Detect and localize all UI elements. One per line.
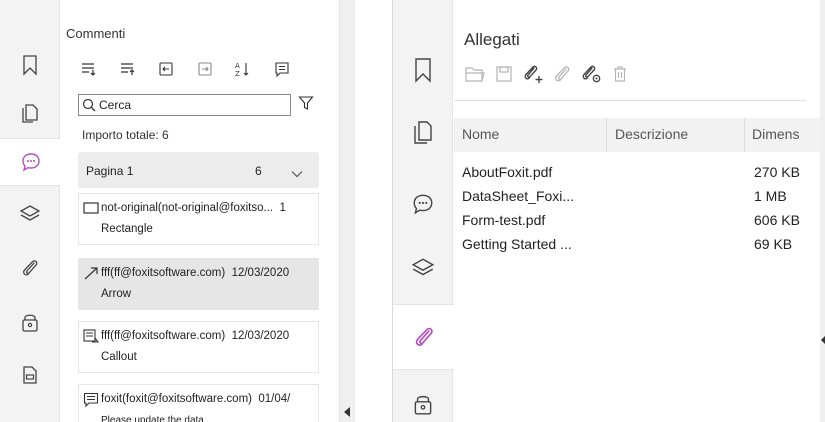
filter-icon[interactable] [298, 95, 314, 116]
attachments-icon[interactable] [0, 244, 60, 292]
file-name: DataSheet_Foxi... [462, 188, 575, 204]
comment-author: foxit(foxit@foxitsoftware.com) 01/04/ [101, 393, 291, 405]
attachments-content: Allegati Nome Descrizione Dimens AboutFo… [454, 0, 820, 422]
page-count: 6 [255, 164, 262, 178]
file-size: 606 KB [754, 212, 800, 228]
export-icon[interactable] [196, 60, 214, 78]
file-name: Form-test.pdf [462, 212, 546, 228]
comments-icon[interactable] [0, 138, 61, 186]
note-icon [83, 392, 99, 413]
attachments-panel: Allegati Nome Descrizione Dimens AboutFo… [392, 0, 825, 422]
comment-author: not-original(not-original@foxitso... 1 [101, 202, 286, 214]
scrollbar[interactable] [339, 0, 355, 422]
page-group-header[interactable]: Pagina 1 6 [78, 152, 319, 188]
table-row[interactable]: AboutFoxit.pdf 270 KB [454, 162, 820, 184]
column-divider[interactable] [744, 118, 745, 152]
rectangle-icon [83, 201, 99, 220]
right-sidebar [393, 0, 454, 422]
svg-text:A: A [235, 62, 240, 70]
column-header-description[interactable]: Descrizione [615, 126, 688, 142]
table-row[interactable]: DataSheet_Foxi... 1 MB [454, 186, 820, 208]
total-count: Importo totale: 6 [82, 128, 169, 142]
comments-content: Commenti AZ Cerca Importo totale: 6 Pagi… [60, 0, 339, 422]
panel-title: Allegati [464, 30, 520, 49]
comment-date: 1 [279, 202, 286, 214]
comment-date: 01/04/ [258, 393, 291, 405]
bookmark-icon[interactable] [0, 41, 60, 89]
column-divider[interactable] [606, 118, 607, 152]
gap [355, 0, 392, 422]
save-icon[interactable] [493, 63, 515, 85]
column-header-name[interactable]: Nome [462, 126, 499, 142]
search-input[interactable]: Cerca [78, 94, 291, 116]
security-icon[interactable] [0, 298, 60, 346]
comment-type: Arrow [101, 288, 132, 300]
comment-date: 12/03/2020 [231, 267, 290, 279]
attachments-icon[interactable] [393, 304, 454, 370]
sort-icon[interactable]: AZ [234, 60, 252, 78]
layers-icon[interactable] [393, 240, 453, 296]
pages-icon[interactable] [0, 89, 60, 137]
column-header-size[interactable]: Dimens [752, 126, 799, 142]
file-size: 1 MB [754, 188, 787, 204]
delete-icon[interactable] [609, 63, 631, 85]
panel-title: Commenti [66, 26, 126, 41]
comment-date: 12/03/2020 [231, 330, 290, 342]
chevron-down-icon[interactable] [291, 165, 303, 183]
comments-icon[interactable] [393, 176, 453, 232]
pages-icon[interactable] [393, 104, 453, 160]
import-icon[interactable] [157, 60, 175, 78]
comment-item[interactable]: fff(ff@foxitsoftware.com) 12/03/2020 Arr… [78, 258, 319, 310]
comment-type: Rectangle [101, 223, 153, 235]
security-icon[interactable] [393, 384, 453, 422]
left-sidebar [0, 0, 61, 422]
comment-text: Please update the data [101, 415, 204, 422]
comments-panel: Commenti AZ Cerca Importo totale: 6 Pagi… [0, 0, 355, 422]
file-size: 270 KB [754, 164, 800, 180]
file-name: AboutFoxit.pdf [462, 164, 553, 180]
svg-text:Z: Z [235, 70, 240, 77]
summarize-icon[interactable] [273, 60, 291, 78]
remove-attachment-icon[interactable] [551, 63, 573, 85]
add-attachment-icon[interactable] [522, 63, 544, 85]
callout-icon [83, 329, 100, 350]
file-size: 69 KB [754, 236, 793, 252]
collapse-arrow-icon[interactable] [821, 336, 825, 344]
comment-item[interactable]: fff(ff@foxitsoftware.com) 12/03/2020 Cal… [78, 321, 319, 373]
comment-item[interactable]: not-original(not-original@foxitso... 1 R… [78, 193, 319, 245]
bookmark-icon[interactable] [393, 42, 453, 98]
fields-icon[interactable] [0, 351, 60, 399]
comment-item[interactable]: foxit(foxit@foxitsoftware.com) 01/04/ Pl… [78, 384, 319, 422]
layers-icon[interactable] [0, 190, 60, 238]
search-text: Cerca [99, 98, 132, 112]
table-row[interactable]: Getting Started ... 69 KB [454, 234, 820, 256]
arrow-icon [83, 266, 99, 285]
collapse-all-icon[interactable] [119, 60, 137, 78]
table-header: Nome Descrizione Dimens [454, 118, 820, 152]
collapse-arrow-icon[interactable] [344, 407, 350, 417]
search-icon [82, 98, 96, 117]
expand-all-icon[interactable] [80, 60, 98, 78]
comment-author: fff(ff@foxitsoftware.com) 12/03/2020 [101, 267, 290, 279]
page-label: Pagina 1 [86, 164, 134, 178]
attachment-settings-icon[interactable] [580, 63, 602, 85]
file-name: Getting Started ... [462, 236, 572, 252]
panel-splitter[interactable] [820, 0, 825, 422]
open-icon[interactable] [464, 63, 486, 85]
table-row[interactable]: Form-test.pdf 606 KB [454, 210, 820, 232]
comment-author: fff(ff@foxitsoftware.com) 12/03/2020 [101, 330, 290, 342]
toolbar-divider [454, 100, 806, 101]
comment-type: Callout [101, 351, 137, 363]
